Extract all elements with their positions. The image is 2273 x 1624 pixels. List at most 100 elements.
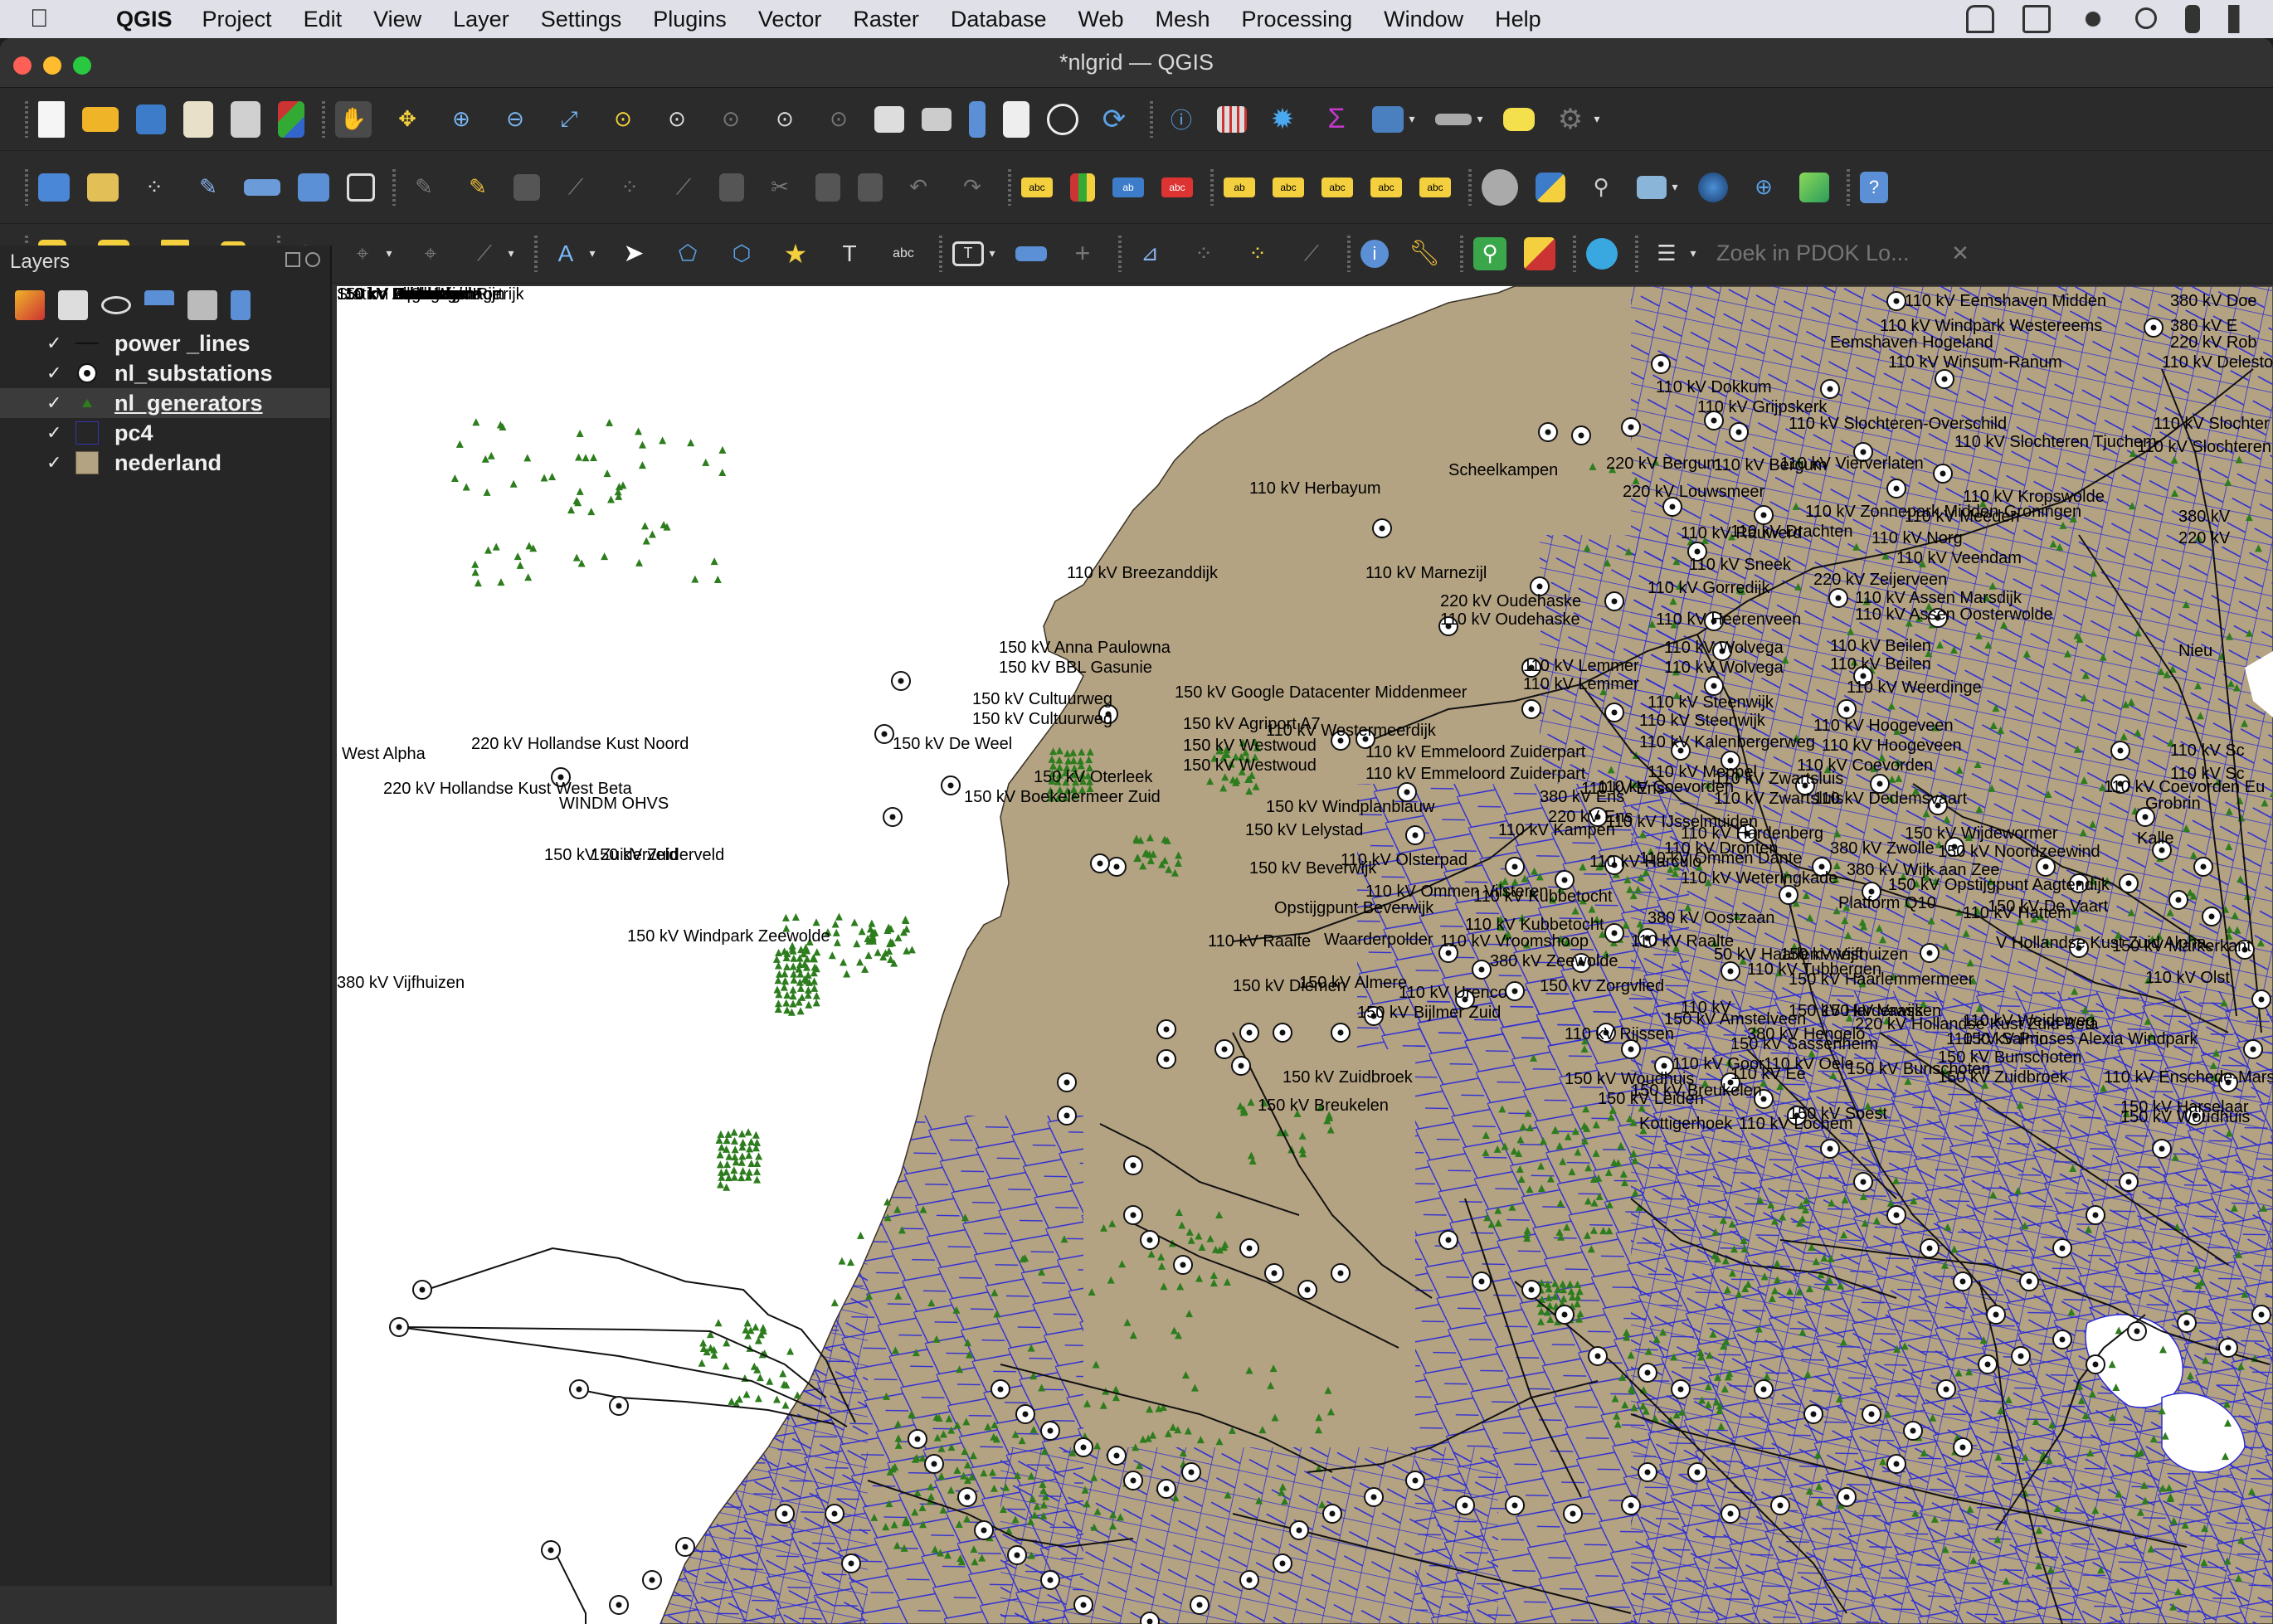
dropdown-arrow-icon[interactable]: ▾ [1687,236,1699,272]
new-3d-map-view-icon[interactable] [922,107,952,131]
toolbar-grip[interactable] [939,235,942,272]
attribute-table-icon[interactable] [1372,105,1404,133]
pan-map-icon[interactable]: ✋ [335,100,372,138]
label-pin-icon[interactable]: ab [1112,177,1144,197]
zoom-full-icon[interactable]: ⤢ [551,101,587,138]
vertex-editor-icon[interactable]: ⬠ [669,236,706,272]
weather-icon[interactable] [2079,5,2107,33]
snap-tool-icon[interactable]: ⁘ [1239,236,1276,272]
layer-row-power-lines[interactable]: ✓ power _lines [0,328,330,358]
text-annotation-icon[interactable]: A [548,236,584,272]
trace-tool-icon[interactable]: ⟋ [1293,236,1330,272]
save-project-icon[interactable] [136,104,166,134]
map-swipe-icon[interactable] [1524,236,1555,270]
pdok-services-icon[interactable] [1586,237,1618,270]
menu-processing[interactable]: Processing [1242,7,1353,32]
dropdown-arrow-icon[interactable]: ▾ [505,236,517,272]
identify-features-icon[interactable]: ⓘ [1163,101,1200,138]
toolbar-grip[interactable] [1210,168,1214,206]
map-tips-icon[interactable] [1503,107,1535,131]
plugin-binoculars-icon[interactable] [1482,168,1518,206]
show-bookmarks-icon[interactable] [1003,100,1029,138]
toolbar-grip[interactable] [25,100,28,138]
new-map-view-icon[interactable] [874,105,904,133]
current-edits-icon[interactable]: ✎ [406,169,442,206]
filter-legend-icon[interactable] [144,290,174,320]
globe-icon[interactable] [1698,172,1728,202]
add-wms-layer-icon[interactable] [1637,175,1667,199]
label-tool-icon[interactable]: abc [1021,177,1053,197]
open-project-icon[interactable] [82,106,119,132]
advanced-digitize-icon[interactable]: ⌖ [344,236,381,272]
menu-layer[interactable]: Layer [453,7,509,32]
map-canvas[interactable]: 110 kV Eemshaven Midden 380 kV Doe 110 kV … [337,286,2273,1624]
toolbar-grip[interactable] [1847,168,1850,206]
reshape-icon[interactable]: ⟋ [466,236,503,272]
undo-icon[interactable]: ↶ [900,169,937,206]
georeferencer-icon[interactable]: ⚲ [1583,169,1619,206]
delete-selected-icon[interactable] [719,173,744,202]
show-hide-labels-icon[interactable]: abc [1273,177,1304,197]
layer-row-pc4[interactable]: ✓ pc4 [0,418,330,448]
float-panel-icon[interactable] [285,252,300,267]
vertex-tool-icon[interactable]: ⁘ [611,169,648,206]
text-annotation-frame-icon[interactable]: T [952,241,984,266]
new-geopackage-layer-icon[interactable] [87,173,119,202]
style-manager-icon[interactable] [278,100,304,138]
apple-icon[interactable]:  [30,5,68,33]
pdok-search-input[interactable] [1716,235,1924,272]
menu-database[interactable]: Database [951,7,1047,32]
search-icon[interactable] [2135,7,2157,29]
layer-visibility-checkbox[interactable]: ✓ [46,454,63,472]
digitize-icon[interactable]: ⟋ [557,169,594,206]
new-shapefile-icon[interactable] [244,178,280,196]
zoom-to-selection-icon[interactable]: ⊙ [605,101,641,138]
new-print-layout-icon[interactable] [183,100,213,138]
pin-labels-icon[interactable]: ab [1224,177,1255,197]
modify-attributes-icon[interactable]: ⟋ [665,169,702,206]
split-features-icon[interactable]: ⌖ [412,236,449,272]
add-group-icon[interactable] [58,290,88,320]
toolbar-grip[interactable] [1460,235,1463,272]
pdok-layers-icon[interactable]: ☰ [1648,236,1685,272]
redo-icon[interactable]: ↷ [954,169,990,206]
menu-settings[interactable]: Settings [541,7,622,32]
new-point-layer-icon[interactable]: ⁘ [136,169,173,206]
close-panel-icon[interactable] [305,252,320,267]
refresh-icon[interactable]: ⟳ [1096,101,1132,138]
menu-help[interactable]: Help [1495,7,1541,32]
toolbar-grip[interactable] [392,168,396,206]
dropdown-arrow-icon[interactable]: ▾ [986,236,998,272]
node-tool-icon[interactable]: ⬡ [723,236,760,272]
zoom-last-icon[interactable]: ⊙ [767,101,803,138]
manage-visibility-icon[interactable] [101,296,131,314]
dropdown-arrow-icon[interactable]: ▾ [383,236,395,272]
dropdown-arrow-icon[interactable]: ▾ [1406,101,1418,138]
zoom-in-icon[interactable]: ⊕ [443,101,479,138]
new-mesh-layer-icon[interactable] [347,173,375,202]
diagram-tool-icon[interactable] [1070,173,1095,202]
menu-vector[interactable]: Vector [758,7,822,32]
label-abc-tool-icon[interactable]: abc [885,236,922,272]
temporal-controller-icon[interactable] [1047,103,1078,135]
volume-icon[interactable] [2228,5,2256,33]
help-icon[interactable]: ? [1860,171,1888,203]
layout-manager-icon[interactable] [231,100,260,138]
python-console-icon[interactable] [1536,172,1565,202]
menu-window[interactable]: Window [1384,7,1463,32]
move-feature-icon[interactable]: ⁘ [1185,236,1222,272]
toolbar-grip[interactable] [534,235,538,272]
select-pointer-icon[interactable]: ➤ [616,236,652,272]
dropdown-arrow-icon[interactable]: ▾ [1474,101,1486,138]
statistics-sum-icon[interactable]: Σ [1318,101,1355,138]
menu-raster[interactable]: Raster [853,7,919,32]
filter-by-expression-icon[interactable] [187,290,217,320]
dropdown-arrow-icon[interactable]: ▾ [1669,169,1681,206]
cut-features-icon[interactable]: ✂ [762,169,798,206]
dropdown-arrow-icon[interactable]: ▾ [587,236,598,272]
favourite-star-icon[interactable]: ★ [777,236,814,272]
menu-web[interactable]: Web [1078,7,1123,32]
toolbar-grip[interactable] [25,168,28,206]
layer-visibility-checkbox[interactable]: ✓ [46,334,63,353]
zoom-next-icon[interactable]: ⊙ [820,101,857,138]
